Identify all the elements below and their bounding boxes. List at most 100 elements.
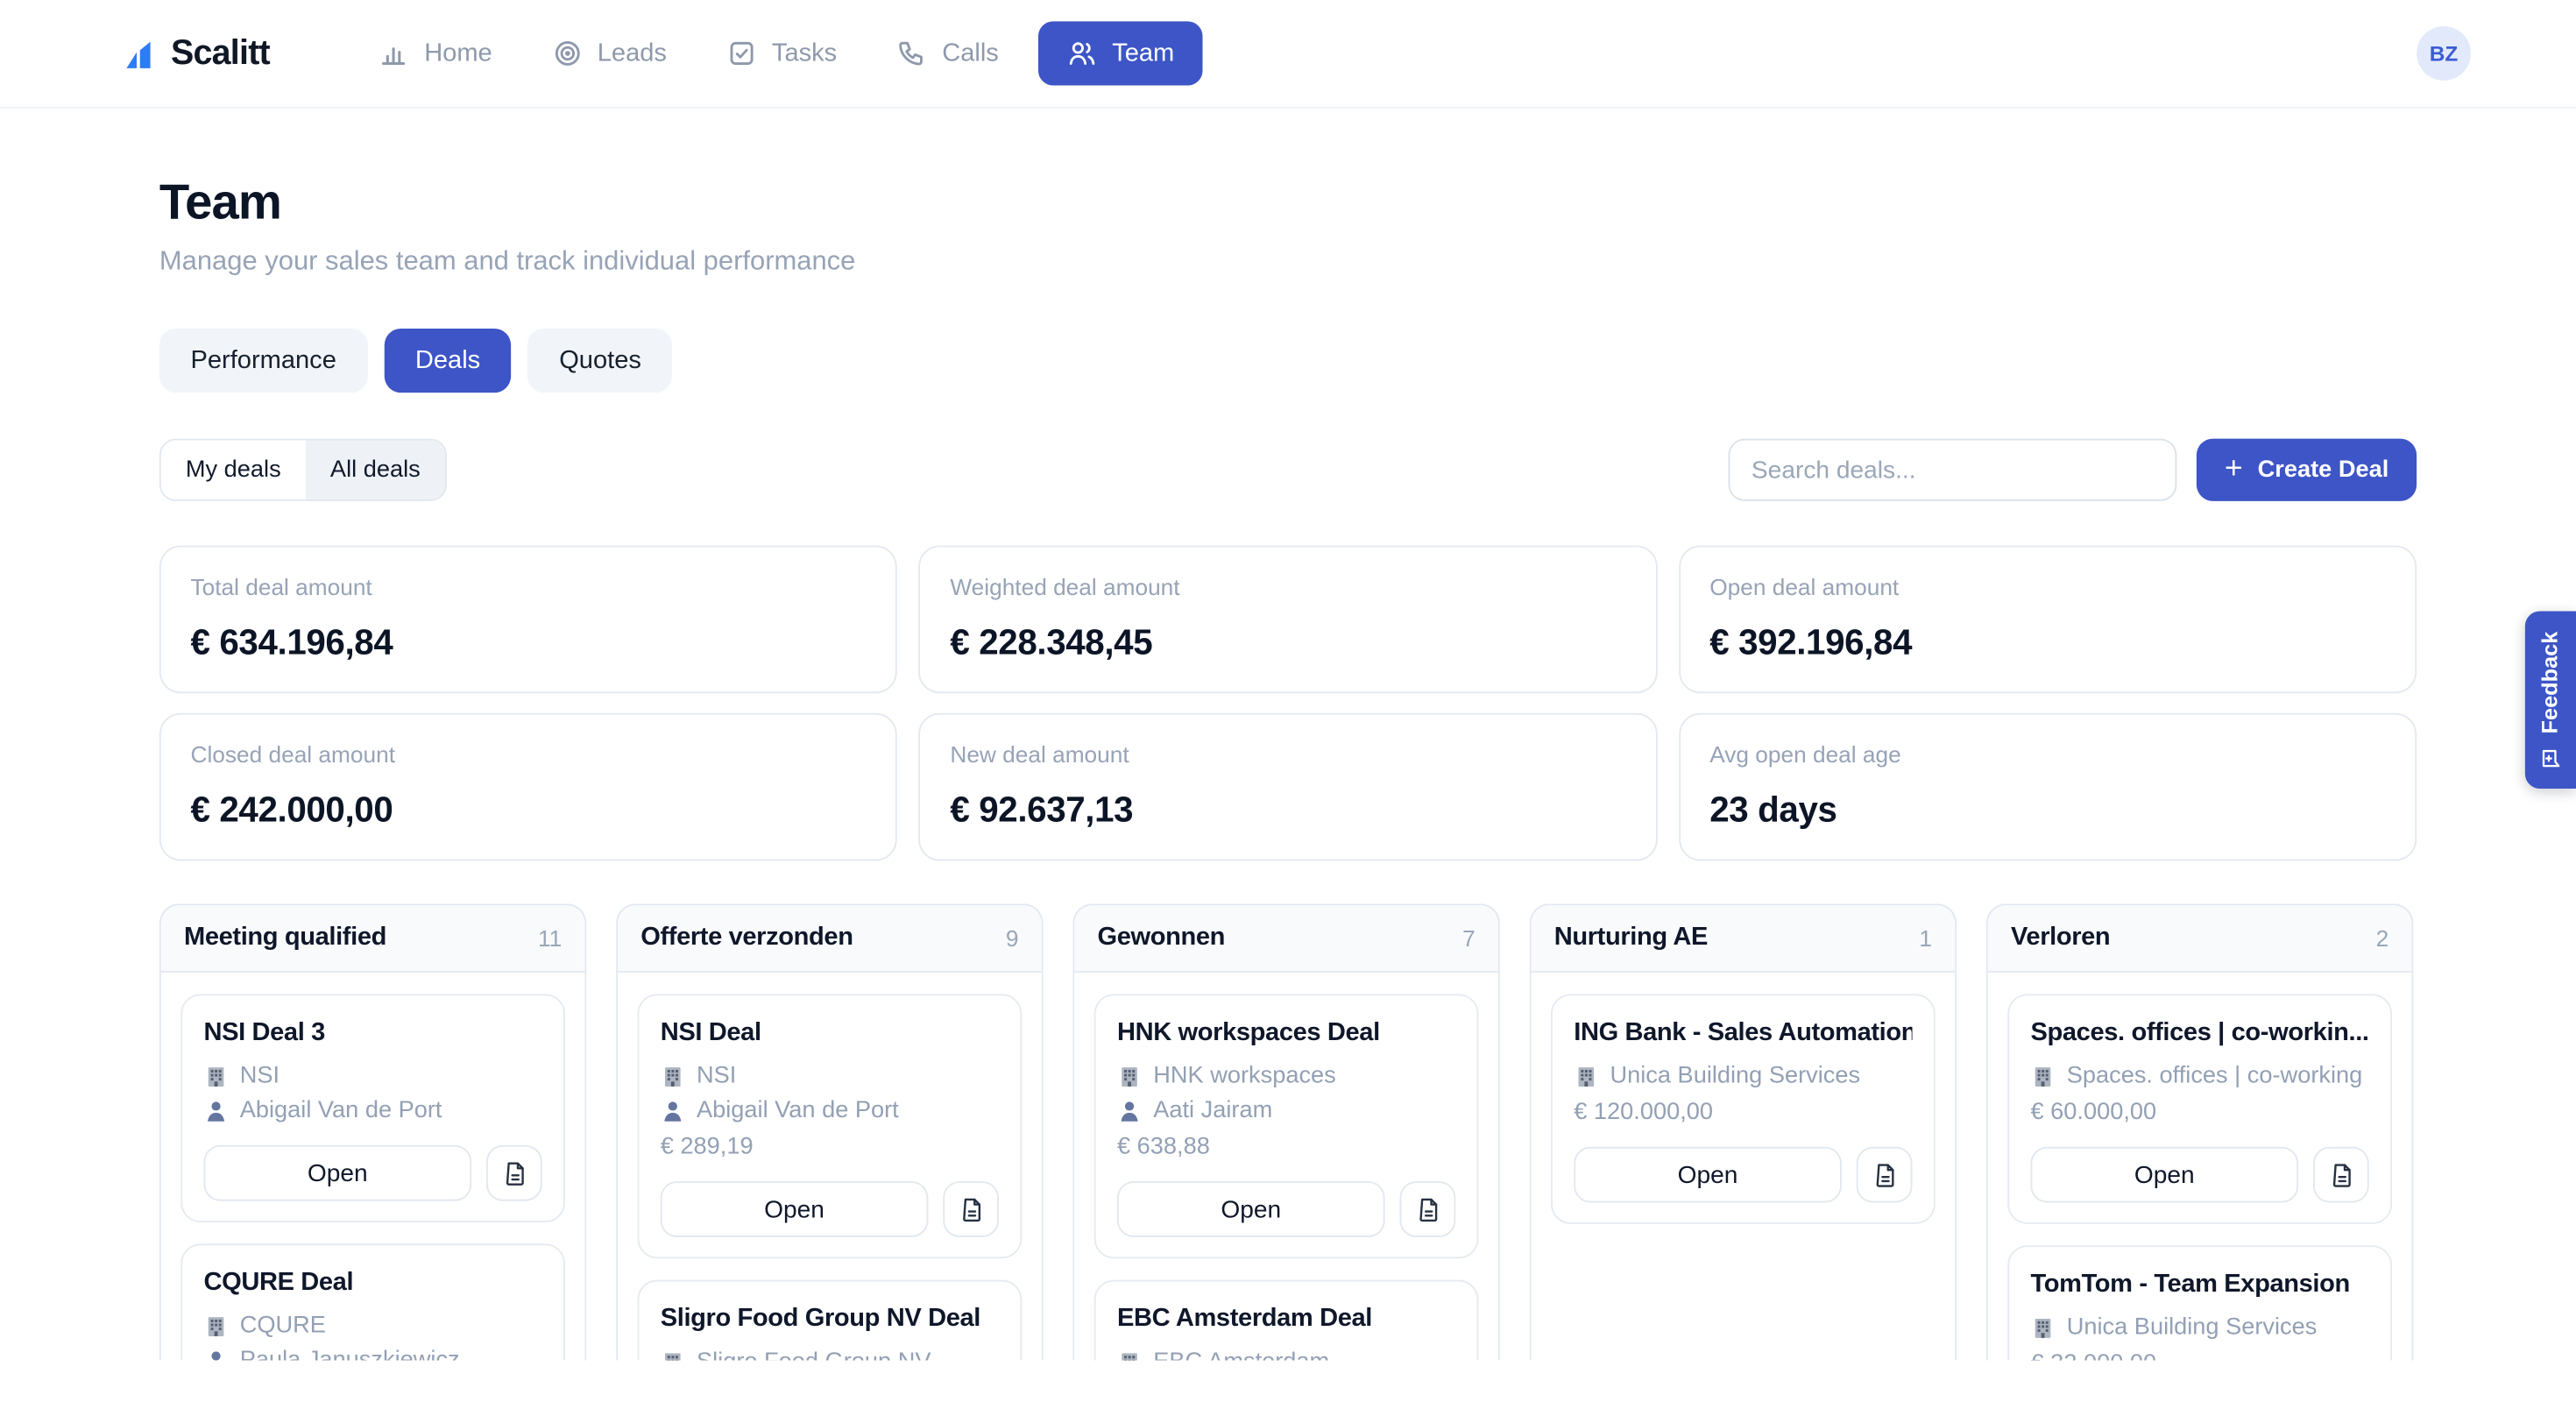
deal-notes-button[interactable] (943, 1181, 999, 1237)
open-deal-button[interactable]: Open (1117, 1181, 1385, 1237)
checkbox-icon (725, 38, 757, 69)
stat-value: € 242.000,00 (191, 790, 867, 832)
tab-deals[interactable]: Deals (384, 329, 512, 393)
deal-title: NSI Deal (661, 1019, 999, 1049)
deal-company-row: HNK workspaces (1117, 1059, 1455, 1094)
nav-item-label: Home (424, 39, 492, 68)
tab-performance[interactable]: Performance (159, 329, 368, 393)
deals-kanban-board: Meeting qualified 11 NSI Deal 3 NSI Abig… (159, 903, 2417, 1360)
deal-card[interactable]: Sligro Food Group NV Deal Sligro Food Gr… (638, 1280, 1023, 1361)
kanban-column-title: Offerte verzonden (640, 924, 853, 953)
main-content: Team Manage your sales team and track in… (0, 176, 2576, 1361)
page-subtitle: Manage your sales team and track individ… (159, 246, 2417, 278)
person-icon (661, 1099, 685, 1123)
nav-item-tasks[interactable]: Tasks (706, 23, 857, 83)
kanban-column-meeting-qualified: Meeting qualified 11 NSI Deal 3 NSI Abig… (159, 903, 587, 1360)
deal-title: CQURE Deal (204, 1269, 542, 1299)
stat-label: New deal amount (950, 741, 1625, 768)
nav-item-home[interactable]: Home (358, 23, 512, 83)
stat-label: Total deal amount (191, 573, 867, 599)
nav-item-leads[interactable]: Leads (532, 23, 687, 83)
deal-company: CQURE (240, 1309, 326, 1343)
kanban-column-gewonnen: Gewonnen 7 HNK workspaces Deal HNK works… (1072, 903, 1500, 1360)
nav-item-label: Tasks (772, 39, 837, 68)
kanban-column-header: Gewonnen 7 (1074, 905, 1498, 973)
deal-title: Spaces. offices | co-workin... (2031, 1019, 2369, 1049)
stat-value: 23 days (1709, 790, 2385, 832)
stat-card-age: Avg open deal age 23 days (1679, 713, 2417, 861)
deal-card[interactable]: HNK workspaces Deal HNK workspaces Aati … (1094, 994, 1479, 1258)
stat-label: Closed deal amount (191, 741, 867, 768)
kanban-column-nurturing-ae: Nurturing AE 1 ING Bank - Sales Automati… (1530, 903, 1957, 1360)
kanban-column-title: Verloren (2011, 924, 2110, 953)
open-deal-button[interactable]: Open (661, 1181, 929, 1237)
building-icon (661, 1065, 685, 1089)
open-deal-button[interactable]: Open (204, 1145, 472, 1201)
deal-amount: € 289,19 (661, 1129, 999, 1165)
nav-item-team[interactable]: Team (1038, 21, 1202, 85)
nav-item-label: Team (1112, 39, 1174, 68)
building-icon (2031, 1316, 2056, 1341)
kanban-column-header: Offerte verzonden 9 (618, 905, 1042, 973)
deal-actions: Open (1117, 1181, 1455, 1237)
deal-card[interactable]: ING Bank - Sales Automation Unica Buildi… (1551, 994, 1936, 1224)
user-avatar[interactable]: BZ (2417, 26, 2471, 81)
kanban-column-count: 7 (1462, 925, 1476, 952)
stat-card-closed: Closed deal amount € 242.000,00 (159, 713, 897, 861)
deal-card[interactable]: NSI Deal NSI Abigail Van de Port € 289,1… (638, 994, 1023, 1258)
feedback-bubble-icon (2539, 747, 2562, 769)
stat-value: € 228.348,45 (950, 623, 1625, 664)
nav-item-label: Calls (942, 39, 999, 68)
deal-company-row: Unica Building Services (1574, 1059, 1912, 1094)
deal-company-row: NSI (661, 1059, 999, 1094)
users-icon (1066, 38, 1098, 69)
person-icon (204, 1099, 229, 1123)
stat-card-new: New deal amount € 92.637,13 (919, 713, 1657, 861)
deals-filter-segmented: My deals All deals (159, 439, 447, 501)
building-icon (2031, 1065, 2056, 1089)
stat-value: € 634.196,84 (191, 623, 867, 664)
create-deal-button[interactable]: + Create Deal (2197, 439, 2417, 501)
kanban-column-header: Nurturing AE 1 (1532, 905, 1956, 973)
deal-card[interactable]: CQURE Deal CQURE Paula Januszkiewicz (180, 1243, 565, 1360)
segment-my-deals[interactable]: My deals (161, 441, 306, 500)
nav-item-label: Leads (598, 39, 667, 68)
view-tabs: Performance Deals Quotes (159, 329, 2417, 393)
deal-card[interactable]: NSI Deal 3 NSI Abigail Van de Port Open (180, 994, 565, 1222)
deals-toolbar: My deals All deals + Create Deal (159, 439, 2417, 501)
deal-title: EBC Amsterdam Deal (1117, 1305, 1455, 1335)
deal-owner-row: Abigail Van de Port (661, 1094, 999, 1129)
deal-notes-button[interactable] (2313, 1147, 2369, 1203)
deal-amount: € 638,88 (1117, 1129, 1455, 1165)
kanban-column-header: Verloren 2 (1988, 905, 2412, 973)
kanban-column-header: Meeting qualified 11 (161, 905, 585, 973)
stat-value: € 92.637,13 (950, 790, 1625, 832)
deal-notes-button[interactable] (1857, 1147, 1913, 1203)
open-deal-button[interactable]: Open (1574, 1147, 1842, 1203)
deal-notes-button[interactable] (1400, 1181, 1456, 1237)
deal-card[interactable]: TomTom - Team Expansion Unica Building S… (2007, 1245, 2392, 1360)
deal-card[interactable]: EBC Amsterdam Deal EBC Amsterdam (1094, 1280, 1479, 1361)
deal-company: Unica Building Services (2067, 1311, 2318, 1345)
document-icon (2327, 1161, 2355, 1189)
deal-amount: € 60.000,00 (2031, 1094, 2369, 1130)
search-deals-input[interactable] (1729, 439, 2177, 501)
brand-logo[interactable]: Scalitt (124, 33, 270, 73)
deal-title: Sligro Food Group NV Deal (661, 1305, 999, 1335)
phone-icon (896, 38, 928, 69)
feedback-button[interactable]: Feedback (2525, 612, 2576, 790)
deal-card[interactable]: Spaces. offices | co-workin... Spaces. o… (2007, 994, 2392, 1224)
feedback-label: Feedback (2538, 631, 2563, 733)
building-icon (1117, 1350, 1142, 1360)
bar-chart-icon (379, 38, 410, 69)
stat-card-weighted: Weighted deal amount € 228.348,45 (919, 546, 1657, 694)
nav-item-calls[interactable]: Calls (876, 23, 1018, 83)
tab-quotes[interactable]: Quotes (528, 329, 673, 393)
app-root: Scalitt Home Leads Tasks (0, 0, 2576, 1402)
kanban-column-body: NSI Deal NSI Abigail Van de Port € 289,1… (618, 973, 1042, 1361)
deal-actions: Open (661, 1181, 999, 1237)
deal-notes-button[interactable] (486, 1145, 542, 1201)
segment-all-deals[interactable]: All deals (306, 441, 445, 500)
deal-company-row: Spaces. offices | co-working |... (2031, 1059, 2369, 1094)
open-deal-button[interactable]: Open (2031, 1147, 2299, 1203)
